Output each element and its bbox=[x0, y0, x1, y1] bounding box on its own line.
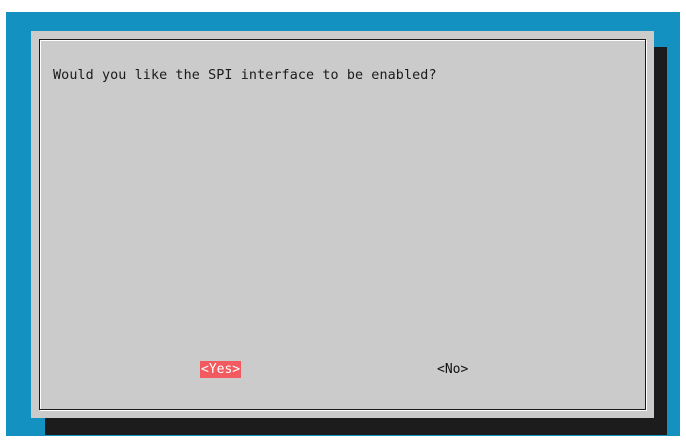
whiptail-dialog bbox=[31, 31, 654, 418]
dialog-message: Would you like the SPI interface to be e… bbox=[53, 68, 437, 83]
dialog-border bbox=[39, 39, 646, 410]
yes-button[interactable]: <Yes> bbox=[200, 361, 242, 378]
no-button[interactable]: <No> bbox=[437, 361, 468, 378]
